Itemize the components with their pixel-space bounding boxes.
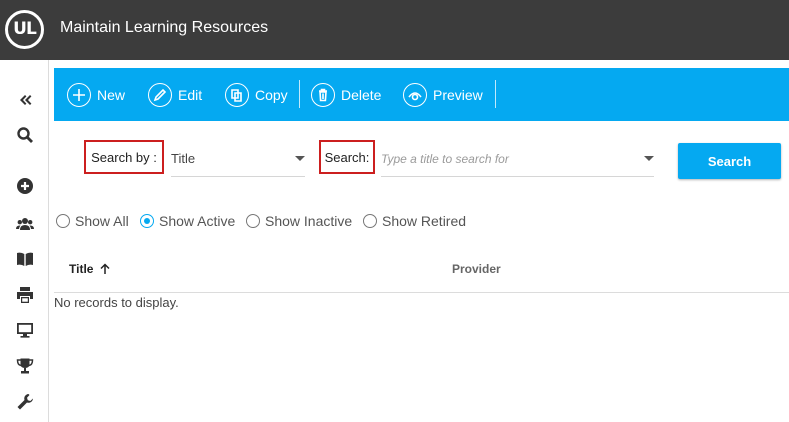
table-divider	[54, 292, 789, 293]
toolbar: New Edit Copy Delete Preview	[54, 68, 789, 121]
plus-icon	[67, 83, 91, 107]
column-header-title[interactable]: Title	[69, 262, 111, 276]
collapse-icon[interactable]	[14, 89, 36, 111]
radio-circle	[363, 214, 377, 228]
pencil-icon	[148, 83, 172, 107]
search-label: Search:	[319, 140, 375, 174]
edit-button[interactable]: Edit	[148, 82, 202, 108]
search-by-value: Title	[171, 151, 196, 166]
copy-button[interactable]: Copy	[225, 82, 288, 108]
eye-icon	[403, 83, 427, 107]
search-by-select[interactable]: Title	[171, 141, 305, 177]
new-label: New	[97, 87, 126, 103]
delete-button[interactable]: Delete	[311, 82, 381, 108]
column-header-provider[interactable]: Provider	[452, 262, 501, 276]
edit-label: Edit	[178, 87, 203, 103]
search-button[interactable]: Search	[678, 143, 781, 179]
app-header: UL Maintain Learning Resources	[0, 0, 789, 60]
copy-label: Copy	[255, 87, 288, 103]
chevron-down-icon	[644, 156, 654, 161]
toolbar-separator	[299, 80, 300, 108]
preview-label: Preview	[433, 87, 483, 103]
radio-circle	[246, 214, 260, 228]
radio-circle-selected	[140, 214, 154, 228]
users-icon[interactable]	[14, 213, 36, 235]
new-button[interactable]: New	[67, 82, 125, 108]
sort-ascending-icon	[100, 263, 110, 274]
monitor-icon[interactable]	[14, 319, 36, 341]
radio-label: Show All	[75, 213, 129, 229]
radio-label: Show Inactive	[265, 213, 353, 229]
radio-show-all[interactable]: Show All	[56, 213, 129, 229]
trash-icon	[311, 83, 335, 107]
radio-show-active[interactable]: Show Active	[140, 213, 235, 229]
chevron-down-icon	[295, 156, 305, 161]
book-icon[interactable]	[14, 248, 36, 270]
radio-show-inactive[interactable]: Show Inactive	[246, 213, 352, 229]
radio-label: Show Active	[159, 213, 236, 229]
radio-circle	[56, 214, 70, 228]
sidebar	[0, 60, 49, 422]
search-input[interactable]: Type a title to search for	[381, 141, 654, 177]
copy-icon	[225, 83, 249, 107]
column-title-label: Title	[69, 262, 94, 276]
add-circle-icon[interactable]	[14, 175, 36, 197]
page-title: Maintain Learning Resources	[60, 19, 269, 36]
ul-logo[interactable]: UL	[5, 10, 44, 49]
search-by-label: Search by :	[84, 140, 164, 174]
empty-table-message: No records to display.	[54, 295, 179, 310]
print-icon[interactable]	[14, 284, 36, 306]
search-icon[interactable]	[14, 124, 36, 146]
preview-button[interactable]: Preview	[403, 82, 483, 108]
wrench-icon[interactable]	[14, 391, 36, 413]
toolbar-separator	[495, 80, 496, 108]
trophy-icon[interactable]	[14, 355, 36, 377]
delete-label: Delete	[341, 87, 382, 103]
radio-show-retired[interactable]: Show Retired	[363, 213, 466, 229]
radio-label: Show Retired	[382, 213, 467, 229]
search-placeholder: Type a title to search for	[381, 151, 509, 166]
